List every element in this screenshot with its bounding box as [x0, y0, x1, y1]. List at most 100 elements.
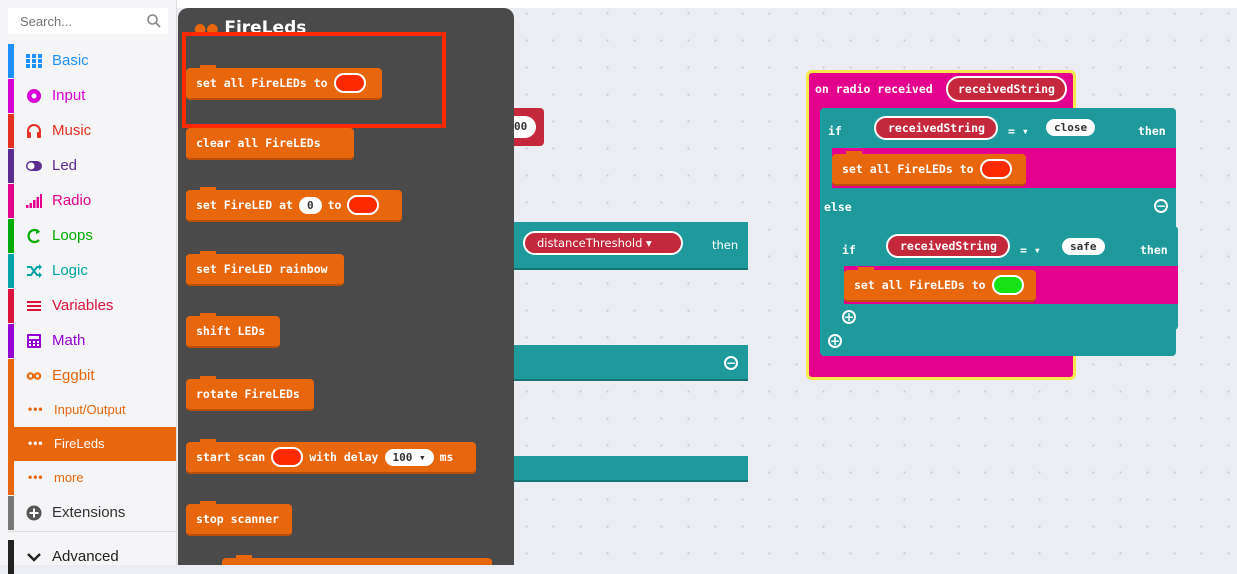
then-label-close: then — [1138, 124, 1166, 138]
block-label: to — [327, 198, 342, 212]
subcategory-label: Input/Output — [54, 402, 126, 417]
category-logic[interactable]: Logic — [8, 254, 176, 288]
red-color-picker[interactable] — [979, 159, 1012, 179]
category-basic[interactable]: Basic — [8, 44, 176, 78]
subcategory-fireleds[interactable]: ••• FireLeds — [8, 427, 176, 461]
close-string-value[interactable]: close — [1046, 119, 1096, 136]
block-label: rotate FireLEDs — [196, 387, 300, 401]
grid-icon — [26, 54, 42, 68]
category-extensions[interactable]: Extensions — [8, 496, 176, 530]
equals-operator-safe[interactable]: = ▾ — [1020, 243, 1041, 257]
category-label: Logic — [52, 262, 88, 279]
then-label-safe: then — [1140, 243, 1168, 257]
if-var-received-string-safe[interactable]: receivedString — [886, 234, 1010, 258]
set-fireled-at-block[interactable]: set FireLED at 0 to — [186, 187, 402, 222]
category-color-bar — [8, 359, 14, 393]
category-label: Extensions — [52, 504, 126, 521]
category-eggbit[interactable]: Eggbit — [8, 359, 176, 393]
green-color-picker[interactable] — [991, 275, 1024, 295]
search-box[interactable] — [8, 8, 168, 34]
category-label: Input — [52, 87, 86, 104]
set-all-fireleds-red-block[interactable]: set all FireLEDs to — [832, 151, 1026, 186]
category-color-bar — [8, 496, 14, 530]
red-color-picker[interactable] — [271, 447, 304, 467]
partial-value: 00 — [514, 120, 528, 133]
if-label: if — [828, 124, 842, 138]
subcategory-more[interactable]: ••• more — [8, 461, 176, 495]
block-label: set FireLED at — [196, 198, 293, 212]
plus-circle-icon[interactable]: + — [842, 310, 856, 324]
block-label: set FireLED rainbow — [196, 262, 328, 276]
received-string-param[interactable]: receivedString — [946, 76, 1067, 102]
category-label: Radio — [52, 192, 92, 209]
circle-dot-icon — [27, 89, 41, 103]
dots-icon: ••• — [28, 470, 44, 484]
category-loops[interactable]: Loops — [8, 219, 176, 253]
block-label: stop scanner — [196, 512, 280, 526]
toolbox-sidebar: Basic Input Music Led Radio Loops Logic … — [0, 0, 177, 574]
distance-threshold-variable[interactable]: distanceThreshold ▾ — [523, 231, 683, 255]
clear-all-fireleds-block[interactable]: clear all FireLEDs — [186, 125, 354, 160]
shuffle-icon — [27, 264, 42, 278]
set-all-fireleds-green-block[interactable]: set all FireLEDs to — [844, 267, 1036, 302]
subcategory-color-bar — [8, 461, 14, 495]
plus-circle-icon — [26, 505, 42, 521]
set-fireled-rainbow-block[interactable]: set FireLED rainbow — [186, 251, 344, 286]
minus-circle-icon[interactable]: − — [1154, 199, 1168, 213]
category-math[interactable]: Math — [8, 324, 176, 358]
partial-block[interactable] — [222, 555, 492, 565]
category-color-bar — [8, 289, 14, 323]
subcategory-label: FireLeds — [54, 436, 105, 451]
safe-string-value[interactable]: safe — [1062, 238, 1105, 255]
minus-circle-icon[interactable]: − — [724, 356, 738, 370]
shift-leds-block[interactable]: shift LEDs — [186, 313, 280, 348]
radio-event-label: on radio received — [815, 82, 933, 96]
category-color-bar — [8, 149, 14, 183]
block-label: clear all FireLEDs — [196, 136, 321, 150]
red-color-picker[interactable] — [347, 195, 380, 215]
headphones-icon — [27, 124, 41, 138]
category-music[interactable]: Music — [8, 114, 176, 148]
toggle-icon — [26, 161, 42, 171]
index-input[interactable]: 0 — [298, 196, 322, 214]
subcategory-color-bar — [8, 427, 14, 461]
glasses-icon — [26, 372, 42, 380]
subcategory-input-output[interactable]: ••• Input/Output — [8, 393, 176, 427]
category-color-bar — [8, 79, 14, 113]
set-all-label-green: set all FireLEDs to — [854, 278, 986, 292]
category-label: Math — [52, 332, 86, 349]
loop-arrow-icon — [27, 228, 40, 244]
search-input[interactable] — [18, 13, 142, 30]
category-advanced[interactable]: Advanced — [8, 540, 176, 574]
rotate-fireleds-block[interactable]: rotate FireLEDs — [186, 376, 314, 411]
if-var-received-string[interactable]: receivedString — [874, 116, 998, 140]
then-label: then — [712, 238, 739, 252]
start-scan-block[interactable]: start scan with delay 100 ▾ ms — [186, 439, 476, 474]
block-label: start scan — [196, 450, 266, 464]
top-band — [0, 0, 1237, 8]
category-color-bar — [8, 219, 14, 253]
category-label: Music — [52, 122, 92, 139]
category-color-bar — [8, 44, 14, 78]
search-icon[interactable] — [146, 13, 162, 29]
advanced-separator — [8, 531, 176, 532]
signal-bars-icon — [26, 194, 42, 208]
category-color-bar — [8, 254, 14, 288]
dots-icon: ••• — [28, 436, 44, 450]
equals-operator[interactable]: = ▾ — [1008, 124, 1029, 138]
category-label: Basic — [52, 52, 89, 69]
category-color-bar — [8, 324, 14, 358]
category-label: Loops — [52, 227, 93, 244]
category-radio[interactable]: Radio — [8, 184, 176, 218]
delay-dropdown[interactable]: 100 ▾ — [384, 448, 434, 466]
category-color-bar — [8, 114, 14, 148]
category-led[interactable]: Led — [8, 149, 176, 183]
stop-scanner-block[interactable]: stop scanner — [186, 501, 292, 536]
category-input[interactable]: Input — [8, 79, 176, 113]
category-variables[interactable]: Variables — [8, 289, 176, 323]
block-label: shift LEDs — [196, 324, 266, 338]
dots-icon: ••• — [28, 402, 44, 416]
plus-circle-icon[interactable]: + — [828, 334, 842, 348]
subcategory-color-bar — [8, 393, 14, 427]
subcategory-label: more — [54, 470, 84, 485]
